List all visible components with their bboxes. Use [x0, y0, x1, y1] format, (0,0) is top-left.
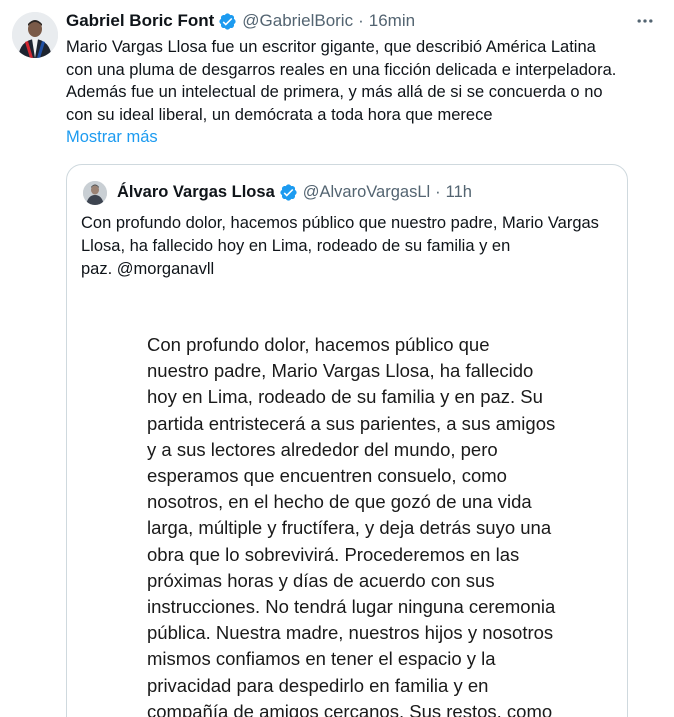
more-options-button[interactable] [628, 8, 662, 34]
statement-line: pública. Nuestra madre, nuestros hijos y… [147, 622, 554, 644]
statement-line: Con profundo dolor, hacemos público que [147, 334, 490, 355]
quote-text: Con profundo dolor, hacemos público que … [81, 212, 621, 281]
statement-image-text: Con profundo dolor, hacemos público que … [147, 332, 587, 717]
separator-dot: · [435, 182, 441, 201]
tweet-text-line: con una pluma de desgarros reales en una… [66, 60, 617, 79]
statement-line: partida entristecerá a sus parientes, a … [147, 412, 556, 434]
statement-line: próximas horas y días de acuerdo con sus [147, 569, 495, 591]
author-handle[interactable]: @GabrielBoric [242, 11, 353, 31]
statement-line: nosotros, en el hecho de que gozó de una… [147, 491, 532, 513]
quote-author-name[interactable]: Álvaro Vargas Llosa [117, 183, 275, 202]
statement-line: privacidad para despedirlo en familia y … [147, 674, 489, 696]
statement-line: larga, múltiple y fructífera, y deja det… [147, 517, 552, 539]
tweet-text-line: Mario Vargas Llosa fue un escritor gigan… [66, 38, 596, 56]
statement-line: obra que lo sobrevivirá. Procederemos en… [147, 543, 520, 565]
quote-text-line: Llosa, ha fallecido hoy en Lima, rodeado… [81, 237, 511, 255]
statement-line: mismos confiamos en tener el espacio y l… [147, 648, 496, 670]
quote-avatar[interactable] [83, 181, 107, 205]
avatar-image [12, 12, 58, 58]
verified-badge-icon [218, 12, 237, 31]
timestamp[interactable]: 16min [369, 11, 415, 31]
quote-text-line: Con profundo dolor, hacemos público que … [81, 214, 599, 232]
author-name[interactable]: Gabriel Boric Font [66, 11, 214, 31]
tweet-text-line: con su ideal liberal, un demócrata a tod… [66, 105, 493, 124]
tweet-text-line: Además fue un intelectual de primera, y … [66, 83, 603, 101]
tweet[interactable]: Gabriel Boric Font @GabrielBoric · 16min… [0, 0, 674, 717]
statement-line: hoy en Lima, rodeado de su familia y en … [147, 386, 543, 408]
quote-header: Álvaro Vargas Llosa @AlvaroVargasLl · 11… [117, 180, 472, 204]
separator-dot: · [358, 11, 364, 30]
more-horizontal-icon [637, 19, 653, 23]
tweet-text: Mario Vargas Llosa fue un escritor gigan… [66, 36, 666, 126]
quote-text-line: paz. @morganavll [81, 260, 215, 278]
statement-line: esperamos que encuentren consuelo, como [147, 465, 507, 487]
quote-author-handle[interactable]: @AlvaroVargasLl [303, 183, 430, 202]
statement-line: y a sus lectores alrededor del mundo, pe… [147, 438, 498, 460]
quote-image[interactable]: Con profundo dolor, hacemos público que … [67, 287, 627, 717]
quote-timestamp[interactable]: 11h [446, 183, 472, 202]
avatar[interactable] [12, 12, 58, 58]
quoted-tweet[interactable]: Álvaro Vargas Llosa @AlvaroVargasLl · 11… [66, 164, 628, 717]
show-more-link[interactable]: Mostrar más [66, 128, 158, 147]
statement-line: nuestro padre, Mario Vargas Llosa, ha fa… [147, 360, 534, 382]
verified-badge-icon [279, 183, 298, 202]
tweet-header: Gabriel Boric Font @GabrielBoric · 16min [66, 10, 415, 32]
statement-line: instrucciones. No tendrá lugar ninguna c… [147, 596, 556, 618]
quote-avatar-image [83, 181, 107, 205]
statement-line: compañía de amigos cercanos. Sus restos,… [147, 700, 553, 717]
